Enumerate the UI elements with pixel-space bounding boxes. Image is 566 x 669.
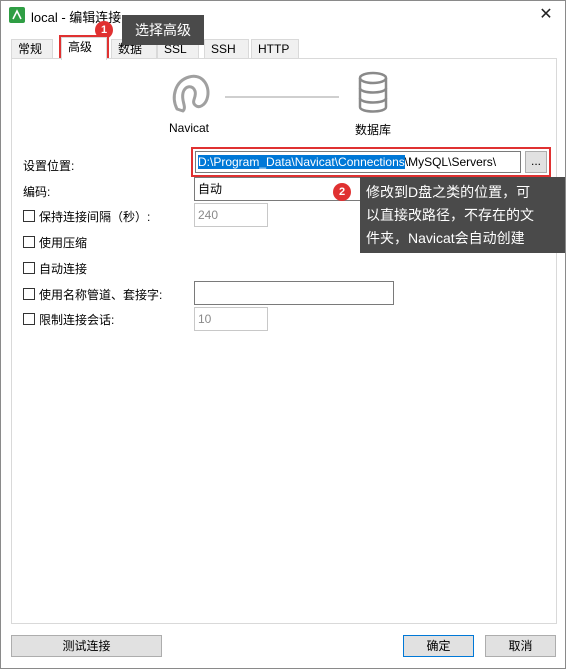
step2-line1: 修改到D盘之类的位置，可 xyxy=(366,184,531,200)
title-bar: local - 编辑连接 ✕ xyxy=(1,1,565,29)
compress-label: 使用压缩 xyxy=(39,236,88,250)
tab-advanced[interactable]: 高级 xyxy=(61,37,107,60)
limit-label: 限制连接会话: xyxy=(39,313,115,327)
step2-callout: 修改到D盘之类的位置，可 以直接改路径，不存在的文 件夹，Navicat会自动创… xyxy=(360,177,565,253)
tab-ssh[interactable]: SSH xyxy=(204,39,249,59)
location-highlight-box xyxy=(191,147,551,177)
tab-strip: 常规 高级 数据库 SSL SSH HTTP xyxy=(11,37,557,75)
pipe-checkbox[interactable] xyxy=(23,288,35,300)
location-label: 设置位置: xyxy=(23,159,75,173)
limit-input[interactable]: 10 xyxy=(194,307,268,331)
step2-badge: 2 xyxy=(333,183,351,201)
tab-general[interactable]: 常规 xyxy=(11,39,53,59)
test-connection-button[interactable]: 测试连接 xyxy=(11,635,162,657)
autoconnect-checkbox[interactable] xyxy=(23,262,35,274)
compress-checkbox[interactable] xyxy=(23,236,35,248)
keepalive-input[interactable]: 240 xyxy=(194,203,268,227)
connection-line xyxy=(225,96,339,98)
database-label: 数据库 xyxy=(355,123,392,137)
database-icon xyxy=(358,71,388,113)
step2-line3: 件夹，Navicat会自动创建 xyxy=(366,230,525,246)
close-button[interactable]: ✕ xyxy=(535,4,557,26)
connection-diagram: Navicat 数据库 xyxy=(161,63,411,143)
step2-line2: 以直接改路径，不存在的文 xyxy=(366,207,534,223)
navicat-label: Navicat xyxy=(169,121,210,135)
step1-callout: 选择高级 xyxy=(122,15,204,45)
limit-checkbox[interactable] xyxy=(23,313,35,325)
ok-button[interactable]: 确定 xyxy=(403,635,474,657)
keepalive-checkbox[interactable] xyxy=(23,210,35,222)
keepalive-label: 保持连接间隔（秒）: xyxy=(39,210,151,224)
navicat-app-icon xyxy=(9,7,25,23)
autoconnect-label: 自动连接 xyxy=(39,262,88,276)
pipe-input[interactable] xyxy=(194,281,394,305)
encoding-label: 编码: xyxy=(23,185,51,199)
pipe-label: 使用名称管道、套接字: xyxy=(39,288,163,302)
cancel-button[interactable]: 取消 xyxy=(485,635,556,657)
navicat-logo-icon xyxy=(172,74,210,113)
tab-http[interactable]: HTTP xyxy=(251,39,299,59)
dialog-window: local - 编辑连接 ✕ 常规 高级 数据库 SSL SSH HTTP Na… xyxy=(0,0,566,669)
